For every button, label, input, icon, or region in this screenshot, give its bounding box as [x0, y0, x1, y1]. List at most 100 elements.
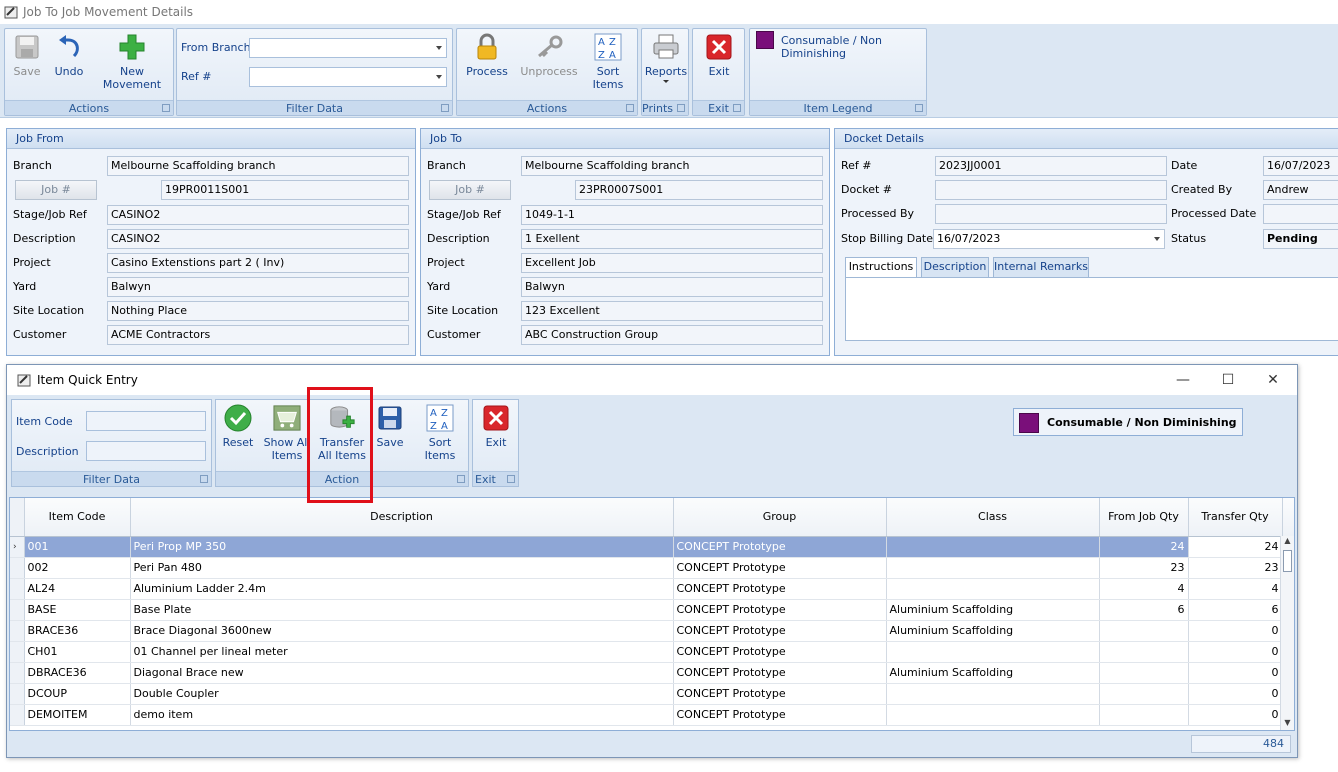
legend-consumable-label: Consumable / Non Diminishing: [781, 34, 882, 60]
description-input[interactable]: [86, 441, 206, 461]
customer-field[interactable]: ACME Contractors: [107, 325, 409, 345]
dialog-launcher-icon[interactable]: [457, 475, 465, 483]
tab-instructions[interactable]: Instructions: [845, 257, 917, 277]
close-icon[interactable]: ✕: [1265, 372, 1281, 388]
created-by-field[interactable]: Andrew: [1263, 180, 1338, 200]
column-header-item-code[interactable]: Item Code: [24, 498, 131, 537]
quick-legend: Consumable / Non Diminishing: [1013, 408, 1243, 436]
project-field[interactable]: Casino Extenstions part 2 ( Inv): [107, 253, 409, 273]
ref-field[interactable]: 2023JJ0001: [935, 156, 1167, 176]
processed-by-field[interactable]: [935, 204, 1167, 224]
scroll-up-icon[interactable]: ▲: [1281, 536, 1294, 548]
table-row[interactable]: AL24 Aluminium Ladder 2.4m CONCEPT Prototy…: [10, 578, 1294, 600]
legend-label: Consumable / Non Diminishing: [1047, 416, 1237, 429]
column-header-description[interactable]: Description: [130, 498, 674, 537]
customer-label: Customer: [427, 328, 481, 341]
yard-label: Yard: [13, 280, 37, 293]
show-all-items-button[interactable]: Show All Items: [262, 404, 312, 462]
scroll-down-icon[interactable]: ▼: [1281, 718, 1294, 730]
table-row[interactable]: 002 Peri Pan 480 CONCEPT Prototype 23 23: [10, 557, 1294, 579]
stop-billing-date-picker[interactable]: 16/07/2023: [933, 229, 1165, 249]
column-header-class[interactable]: Class: [886, 498, 1100, 537]
from-branch-select[interactable]: [249, 38, 447, 58]
checkmark-icon: [224, 404, 252, 432]
table-row[interactable]: DEMOITEM demo item CONCEPT Prototype 0: [10, 704, 1294, 726]
maximize-icon[interactable]: ☐: [1220, 372, 1236, 388]
unprocess-button[interactable]: Unprocess: [519, 33, 579, 78]
minimize-icon[interactable]: —: [1175, 372, 1191, 388]
show-all-label-2: Items: [271, 449, 303, 462]
svg-text:A: A: [609, 50, 616, 61]
dialog-launcher-icon[interactable]: [507, 475, 515, 483]
reports-button[interactable]: Reports: [644, 33, 688, 83]
save-label: Save: [13, 65, 41, 78]
branch-field[interactable]: Melbourne Scaffolding branch: [107, 156, 409, 176]
ribbon-group-prints: Reports Prints: [641, 28, 689, 116]
column-header-group[interactable]: Group: [673, 498, 887, 537]
dropdown-arrow-icon: [663, 80, 669, 83]
dialog-launcher-icon[interactable]: [677, 104, 685, 112]
sort-items-label: Sort Items: [592, 65, 624, 91]
undo-button[interactable]: Undo: [53, 33, 85, 78]
table-row[interactable]: DCOUP Double Coupler CONCEPT Prototype 0: [10, 683, 1294, 705]
date-field[interactable]: 16/07/2023: [1263, 156, 1338, 176]
table-row[interactable]: › 001 Peri Prop MP 350 CONCEPT Prototype 24 2…: [10, 536, 1294, 558]
dialog-launcher-icon[interactable]: [626, 104, 634, 112]
quick-exit-group: Exit Exit: [472, 399, 519, 487]
job-number-button[interactable]: Job #: [429, 180, 511, 200]
instructions-textarea[interactable]: [845, 277, 1338, 341]
description-field[interactable]: CASINO2: [107, 229, 409, 249]
table-row[interactable]: BASE Base Plate CONCEPT Prototype Aluminium…: [10, 599, 1294, 621]
table-row[interactable]: CH01 01 Channel per lineal meter CONCEPT P…: [10, 641, 1294, 663]
processed-date-field[interactable]: [1263, 204, 1338, 224]
customer-field[interactable]: ABC Construction Group: [521, 325, 823, 345]
stage-field[interactable]: CASINO2: [107, 205, 409, 225]
sort-az-icon: A ZZ A: [594, 33, 622, 61]
sort-items-button[interactable]: AZZA Sort Items: [581, 33, 635, 91]
yard-field[interactable]: Balwyn: [521, 277, 823, 297]
job-number-field[interactable]: 23PR0007S001: [575, 180, 823, 200]
job-number-button[interactable]: Job #: [15, 180, 97, 200]
yard-field[interactable]: Balwyn: [107, 277, 409, 297]
tab-internal-remarks[interactable]: Internal Remarks: [993, 257, 1089, 277]
scroll-thumb[interactable]: [1283, 550, 1292, 572]
dialog-launcher-icon[interactable]: [441, 104, 449, 112]
exit-button[interactable]: Exit: [479, 404, 513, 449]
table-row[interactable]: DBRACE36 Diagonal Brace new CONCEPT Protot…: [10, 662, 1294, 684]
sort-items-button[interactable]: AZZA Sort Items: [414, 404, 466, 462]
ribbon-group-legend: Consumable / Non Diminishing Item Legend: [749, 28, 927, 116]
branch-field[interactable]: Melbourne Scaffolding branch: [521, 156, 823, 176]
legend-swatch: [756, 31, 774, 49]
save-button[interactable]: Save: [11, 33, 43, 78]
from-branch-label: From Branch: [181, 41, 251, 54]
docket-number-field[interactable]: [935, 180, 1167, 200]
table-row[interactable]: BRACE36 Brace Diagonal 3600new CONCEPT Pro…: [10, 620, 1294, 642]
item-code-input[interactable]: [86, 411, 206, 431]
reports-label: Reports: [644, 65, 688, 78]
row-indicator-icon: ›: [10, 536, 25, 558]
dialog-launcher-icon[interactable]: [915, 104, 923, 112]
project-field[interactable]: Excellent Job: [521, 253, 823, 273]
ref-select[interactable]: [249, 67, 447, 87]
exit-button[interactable]: Exit: [699, 33, 739, 78]
process-button[interactable]: Process: [465, 33, 509, 78]
dialog-launcher-icon[interactable]: [733, 104, 741, 112]
reset-button[interactable]: Reset: [220, 404, 256, 449]
save-button[interactable]: Save: [374, 404, 406, 449]
site-location-field[interactable]: Nothing Place: [107, 301, 409, 321]
description-field[interactable]: 1 Exellent: [521, 229, 823, 249]
site-location-field[interactable]: 123 Excellent: [521, 301, 823, 321]
column-header-transfer-qty[interactable]: Transfer Qty: [1188, 498, 1283, 537]
svg-text:A: A: [430, 408, 437, 419]
site-location-label: Site Location: [13, 304, 85, 317]
column-header-from-job-qty[interactable]: From Job Qty: [1099, 498, 1189, 537]
dialog-launcher-icon[interactable]: [162, 104, 170, 112]
dialog-launcher-icon[interactable]: [200, 475, 208, 483]
new-movement-button[interactable]: New Movement: [93, 33, 171, 91]
job-to-panel: Job To Branch Melbourne Scaffolding bran…: [420, 128, 830, 356]
job-number-field[interactable]: 19PR0011S001: [161, 180, 409, 200]
stage-field[interactable]: 1049-1-1: [521, 205, 823, 225]
group-caption: Actions: [68, 102, 110, 115]
tab-description[interactable]: Description: [921, 257, 989, 277]
vertical-scrollbar[interactable]: ▲ ▼: [1280, 536, 1294, 730]
